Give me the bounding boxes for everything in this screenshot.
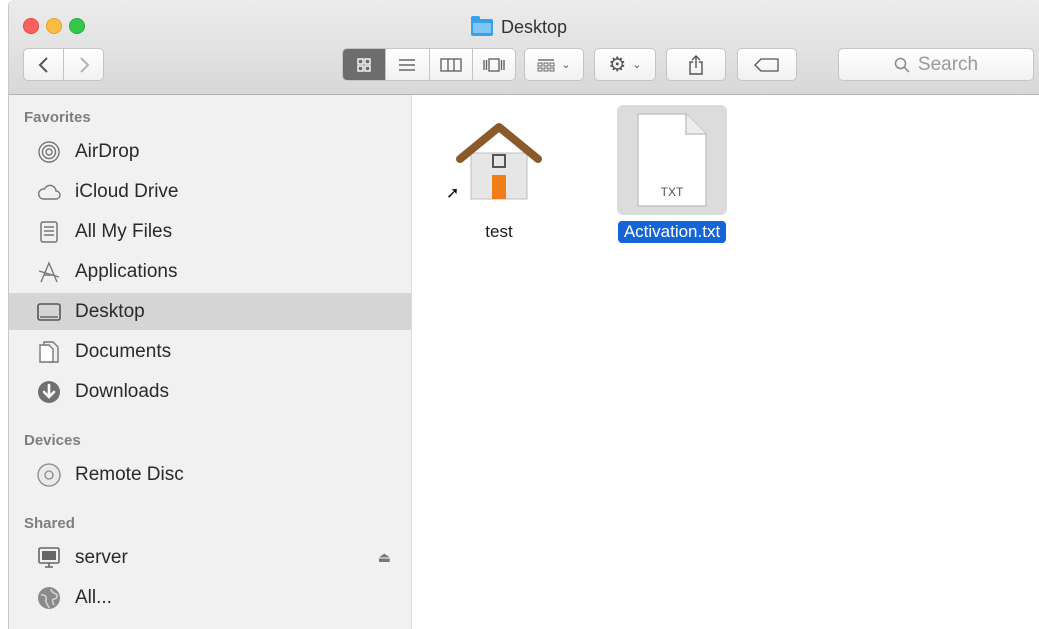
folder-icon — [471, 15, 493, 36]
sidebar-item-label: Downloads — [75, 380, 169, 402]
file-icon-frame: TXT — [617, 105, 727, 215]
sidebar-item-all-shared[interactable]: All... — [9, 579, 411, 616]
tag-button[interactable] — [737, 48, 797, 81]
all-files-icon — [37, 220, 61, 244]
cloud-icon — [37, 180, 61, 204]
sidebar-item-label: Applications — [75, 260, 178, 282]
forward-button[interactable] — [63, 49, 103, 80]
chevron-left-icon — [38, 56, 48, 73]
gear-icon: ⚙ — [608, 54, 627, 76]
arrange-menu-button[interactable]: ⌄ — [524, 48, 584, 81]
desktop-icon — [37, 300, 61, 324]
applications-icon — [37, 260, 61, 284]
sidebar-item-icloud-drive[interactable]: iCloud Drive — [9, 173, 411, 210]
close-window-button[interactable] — [23, 18, 39, 34]
sidebar-item-downloads[interactable]: Downloads — [9, 373, 411, 410]
sidebar-item-desktop[interactable]: Desktop — [9, 293, 411, 330]
sidebar-item-all-my-files[interactable]: All My Files — [9, 213, 411, 250]
eject-icon[interactable]: ⏏ — [378, 549, 391, 566]
txt-file-icon: TXT — [637, 113, 707, 207]
monitor-icon — [37, 546, 61, 570]
columns-icon — [439, 57, 462, 72]
file-item-activation-txt[interactable]: TXT Activation.txt — [607, 105, 737, 243]
view-mode-group — [342, 48, 516, 81]
grid-icon — [357, 57, 371, 72]
favorites-header: Favorites — [24, 109, 91, 126]
sidebar-item-label: All... — [75, 586, 112, 608]
back-button[interactable] — [24, 49, 63, 80]
chevron-down-icon: ⌄ — [561, 59, 571, 71]
list-view-button[interactable] — [385, 49, 428, 80]
window-title-text: Desktop — [501, 16, 568, 37]
downloads-icon — [37, 380, 61, 404]
file-item-test[interactable]: ➚ test — [444, 105, 554, 243]
search-icon — [894, 57, 910, 73]
sidebar-item-label: Desktop — [75, 300, 145, 322]
column-view-button[interactable] — [428, 49, 472, 80]
chevron-right-icon — [79, 56, 89, 73]
home-folder-icon — [456, 123, 542, 200]
file-browser-content: ➚ test TXT Activation.txt — [412, 95, 1039, 629]
sidebar-item-label: server — [75, 546, 128, 568]
action-menu-button[interactable]: ⚙ ⌄ — [594, 48, 656, 81]
sidebar-item-applications[interactable]: Applications — [9, 253, 411, 290]
file-name: Activation.txt — [617, 221, 727, 243]
zoom-window-button[interactable] — [69, 18, 85, 34]
sidebar-item-documents[interactable]: Documents — [9, 333, 411, 370]
devices-header: Devices — [24, 432, 81, 449]
sidebar: Favorites AirDrop iCloud Drive All My Fi… — [9, 95, 412, 629]
sidebar-item-remote-disc[interactable]: Remote Disc — [9, 456, 411, 493]
sidebar-item-label: AirDrop — [75, 140, 140, 162]
alias-arrow-icon: ➚ — [446, 185, 460, 202]
icon-view-button[interactable] — [343, 49, 386, 80]
chevron-down-icon: ⌄ — [632, 59, 642, 71]
sidebar-item-server[interactable]: server ⏏ — [9, 539, 411, 576]
sidebar-item-label: iCloud Drive — [75, 180, 179, 202]
file-icon-frame — [444, 105, 554, 215]
sidebar-item-label: Remote Disc — [75, 463, 184, 485]
txt-badge: TXT — [661, 185, 684, 199]
share-icon — [689, 54, 703, 75]
list-icon — [399, 58, 416, 71]
disc-icon — [37, 462, 61, 487]
documents-icon — [37, 340, 61, 364]
tag-icon — [754, 57, 779, 72]
navigation-buttons — [23, 48, 104, 81]
search-placeholder: Search — [917, 53, 979, 75]
window-title: Desktop — [471, 15, 568, 38]
search-field[interactable]: Search — [838, 48, 1034, 81]
shared-header: Shared — [24, 515, 75, 532]
share-button[interactable] — [666, 48, 726, 81]
toolbar: Desktop ⌄ ⚙ ⌄ Search — [9, 0, 1039, 95]
cover-flow-icon — [483, 57, 505, 72]
arrange-grid-icon — [537, 58, 555, 71]
airdrop-icon — [37, 140, 61, 164]
sidebar-item-label: Documents — [75, 340, 172, 362]
file-name: test — [485, 222, 513, 241]
minimize-window-button[interactable] — [46, 18, 62, 34]
sidebar-item-airdrop[interactable]: AirDrop — [9, 133, 411, 170]
network-icon — [37, 586, 61, 610]
finder-window: Desktop ⌄ ⚙ ⌄ Search Favorites AirDrop i… — [8, 0, 1039, 629]
cover-flow-view-button[interactable] — [471, 49, 515, 80]
sidebar-item-label: All My Files — [75, 220, 173, 242]
